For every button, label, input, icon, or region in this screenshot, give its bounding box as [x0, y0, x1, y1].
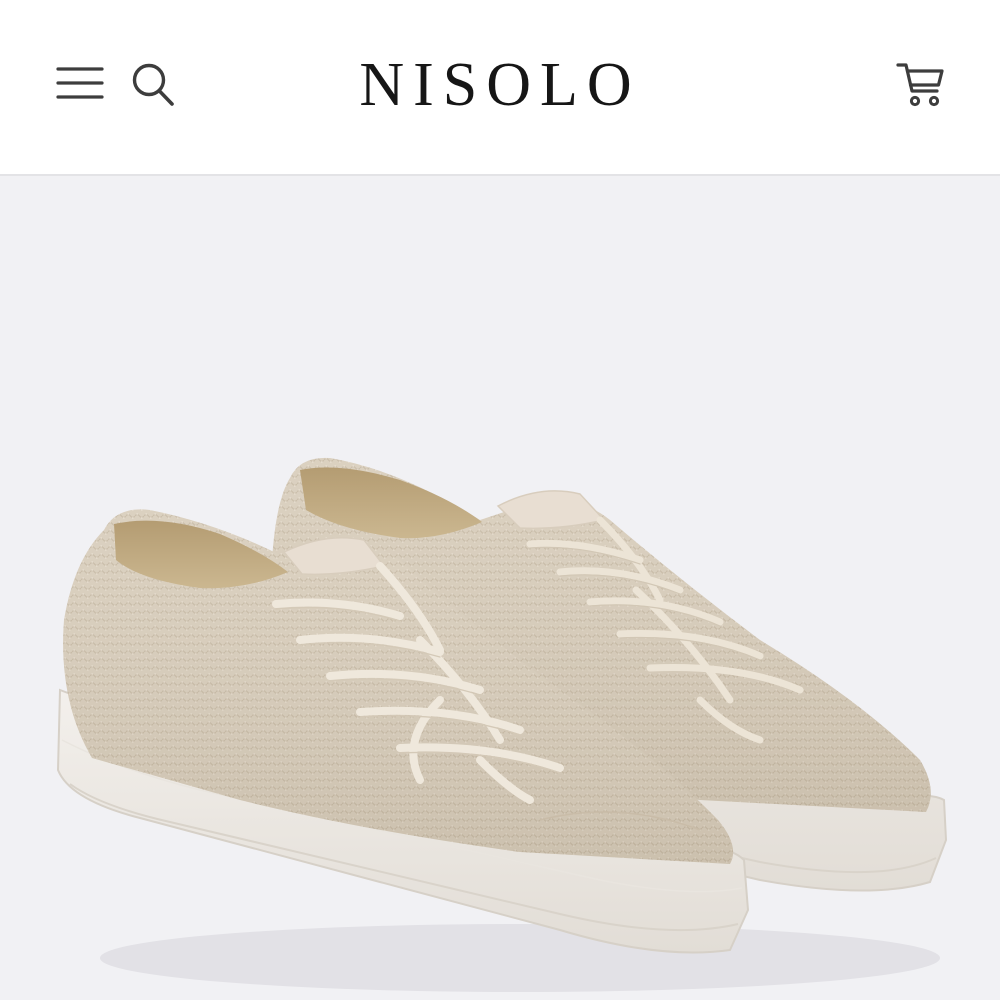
- shopping-cart-icon: [896, 63, 944, 107]
- product-hero-image[interactable]: [0, 176, 1000, 1000]
- cart-button[interactable]: [894, 58, 948, 110]
- brand-logo[interactable]: NISOLO: [300, 50, 700, 120]
- sneaker-pair-illustration: [56, 457, 948, 992]
- search-icon: [132, 63, 174, 106]
- menu-button[interactable]: [54, 60, 106, 106]
- hamburger-menu-icon: [56, 67, 104, 99]
- product-page: NISOLO: [0, 0, 1000, 1000]
- site-header: NISOLO: [0, 0, 1000, 176]
- search-button[interactable]: [128, 58, 178, 110]
